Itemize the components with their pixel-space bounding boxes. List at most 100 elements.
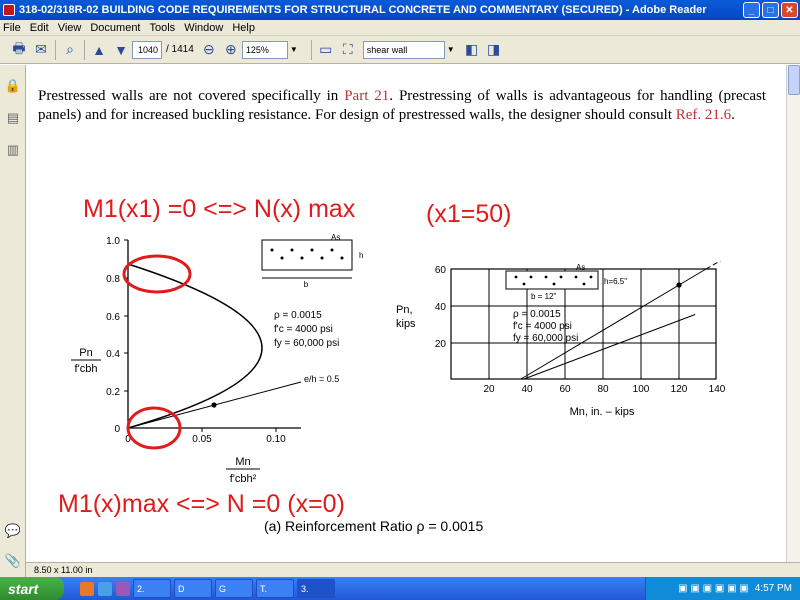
system-tray: ▣ ▣ ▣ ▣ ▣ ▣ 4:57 PM — [645, 577, 800, 600]
x-tick-label: 140 — [709, 384, 726, 395]
taskbar-item[interactable]: 2. — [133, 579, 171, 598]
y-axis-label-unit: kips — [396, 318, 416, 330]
interaction-diagram-right: 60 40 20 20 40 60 80 100 120 140 As h=6.… — [396, 261, 726, 418]
tray-icons[interactable]: ▣ ▣ ▣ ▣ ▣ ▣ — [678, 583, 749, 594]
param-fy: fy = 60,000 psi — [274, 338, 339, 349]
previous-page-icon[interactable]: ▲ — [88, 39, 110, 61]
section-h-label: h — [359, 251, 363, 260]
search-input[interactable]: shear wall — [362, 40, 445, 59]
minimize-button[interactable]: _ — [743, 2, 760, 18]
page-size: 8.50 x 11.00 in — [34, 565, 93, 575]
taskbar-item-active[interactable]: 3. — [297, 579, 335, 598]
scrollbar-thumb[interactable] — [788, 65, 800, 95]
menu-help[interactable]: Help — [232, 22, 255, 34]
x-tick-label: 40 — [521, 384, 533, 395]
zoom-in-icon[interactable]: ⊕ — [220, 39, 242, 61]
window-title: 318-02/318R-02 BUILDING CODE REQUIREMENT… — [19, 4, 707, 16]
y-axis-label-denominator: f'cbh — [75, 363, 98, 375]
y-tick-label: 40 — [435, 302, 447, 313]
menu-tools[interactable]: Tools — [150, 22, 176, 34]
start-button[interactable]: start — [0, 577, 64, 600]
search-next-icon[interactable]: ◨ — [483, 39, 505, 61]
x-axis-label: Mn, in. – kips — [570, 406, 635, 418]
taskbar-item[interactable]: D — [174, 579, 212, 598]
interaction-curve — [127, 263, 263, 429]
toolbar-separator — [55, 39, 56, 60]
lock-icon[interactable]: 🔒 — [4, 77, 22, 95]
page-total: / 1414 — [166, 44, 194, 55]
link-ref-21-6[interactable]: Ref. 21.6 — [676, 107, 731, 123]
toolbar-separator — [310, 39, 312, 60]
param-fc: f'c = 4000 psi — [274, 324, 333, 335]
bookmarks-icon[interactable]: ▥ — [4, 141, 22, 159]
toolbar-separator — [84, 39, 85, 60]
body-paragraph: Prestressed walls are not covered specif… — [38, 87, 766, 125]
annotation-top: M1(x1) =0 <=> N(x) max — [83, 195, 356, 223]
find-icon[interactable]: ⌕ — [59, 39, 81, 61]
print-icon[interactable]: 🖶 — [8, 39, 30, 61]
taskbar-item[interactable]: T. — [256, 579, 294, 598]
vertical-scrollbar[interactable] — [786, 65, 800, 562]
menu-bar: File Edit View Document Tools Window Hel… — [0, 20, 800, 36]
link-part-21[interactable]: Part 21 — [344, 88, 389, 104]
menu-view[interactable]: View — [58, 22, 82, 34]
page-number-input[interactable]: 1040 — [132, 40, 162, 59]
attachment-icon[interactable]: 📎 — [4, 552, 22, 570]
fit-page-icon[interactable]: ▭ — [315, 39, 337, 61]
full-screen-icon[interactable]: ⛶ — [337, 39, 359, 61]
section-b-label: b — [304, 280, 309, 289]
section-h-label: h=6.5" — [604, 277, 627, 286]
x-tick-label: 0.05 — [192, 434, 212, 445]
annotation-bottom: M1(x)max <=> N =0 (x=0) — [58, 490, 345, 518]
menu-window[interactable]: Window — [184, 22, 223, 34]
eh-label: e/h = 0.5 — [304, 374, 339, 384]
taskbar-item[interactable]: G — [215, 579, 253, 598]
paragraph-text: Prestressed walls are not covered specif… — [38, 88, 345, 104]
y-tick-label: 0 — [114, 424, 120, 435]
capacity-point — [676, 282, 682, 288]
param-rho: ρ = 0.0015 — [274, 310, 322, 321]
document-view[interactable]: Prestressed walls are not covered specif… — [26, 65, 786, 562]
search-previous-icon[interactable]: ◧ — [461, 39, 483, 61]
x-tick-label: 100 — [633, 384, 650, 395]
zoom-select[interactable]: 125% — [241, 40, 288, 59]
comments-icon[interactable]: 💬 — [4, 522, 22, 540]
wall-section-diagram — [261, 239, 353, 271]
section-as-label: As — [331, 233, 340, 242]
y-tick-label: 60 — [435, 265, 447, 276]
figure-caption: (a) Reinforcement Ratio ρ = 0.0015 — [264, 518, 484, 534]
paragraph-text: . — [731, 107, 735, 123]
firefox-icon[interactable] — [80, 581, 94, 596]
wall-section-diagram — [505, 270, 599, 290]
section-b-label: b = 12" — [531, 292, 556, 301]
maximize-button[interactable]: □ — [762, 2, 779, 18]
param-fy: fy = 60,000 psi — [513, 333, 578, 344]
section-as-label: As — [576, 263, 585, 272]
x-axis-label-numerator: Mn — [235, 456, 250, 468]
menu-edit[interactable]: Edit — [30, 22, 49, 34]
chevron-down-icon[interactable]: ▼ — [290, 45, 298, 54]
quicklaunch-icon[interactable] — [116, 581, 130, 596]
email-icon[interactable]: ✉ — [30, 39, 52, 61]
pages-icon[interactable]: ▤ — [4, 109, 22, 127]
x-tick-label: 120 — [671, 384, 688, 395]
x-tick-label: 20 — [483, 384, 495, 395]
param-rho: ρ = 0.0015 — [513, 309, 561, 320]
chevron-down-icon[interactable]: ▼ — [447, 45, 455, 54]
menu-file[interactable]: File — [3, 22, 21, 34]
param-fc: f'c = 4000 psi — [513, 321, 572, 332]
close-button[interactable]: ✕ — [781, 2, 798, 18]
y-tick-label: 0.6 — [106, 312, 120, 323]
y-tick-label: 1.0 — [106, 236, 120, 247]
y-tick-label: 0.8 — [106, 274, 120, 285]
y-tick-label: 20 — [435, 339, 447, 350]
next-page-icon[interactable]: ▼ — [110, 39, 132, 61]
internet-explorer-icon[interactable] — [98, 581, 112, 596]
taskbar: start 2. D G T. 3. ▣ ▣ ▣ ▣ ▣ ▣ 4:57 PM — [0, 577, 800, 600]
y-axis-label: Pn, — [396, 304, 413, 316]
balance-point — [211, 402, 217, 408]
menu-document[interactable]: Document — [90, 22, 140, 34]
adobe-reader-icon — [3, 4, 15, 16]
y-axis-label-numerator: Pn — [79, 347, 92, 359]
zoom-out-icon[interactable]: ⊖ — [198, 39, 220, 61]
